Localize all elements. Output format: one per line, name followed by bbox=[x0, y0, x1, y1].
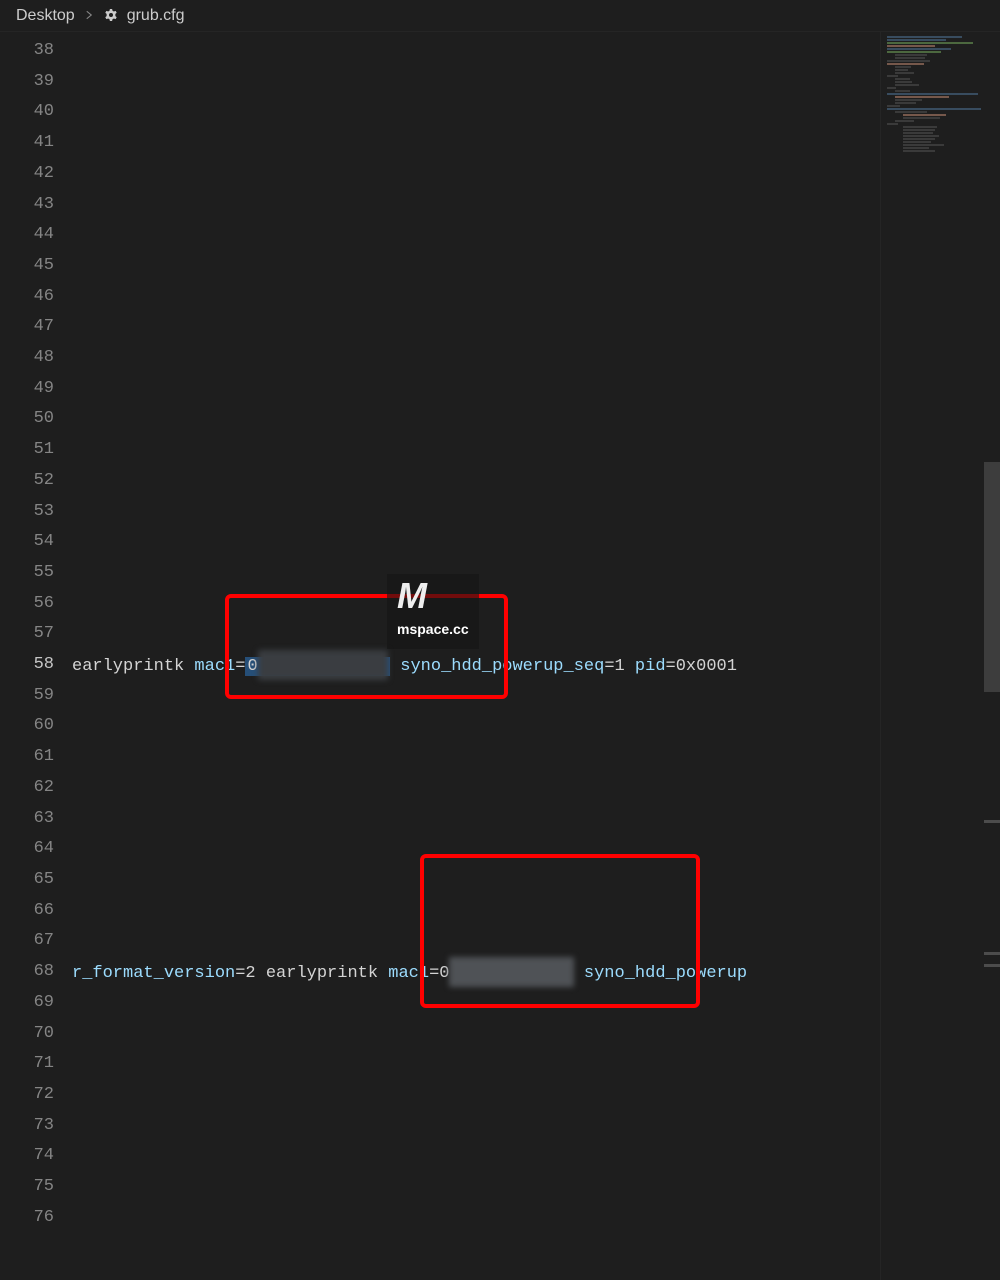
line-number: 45 bbox=[0, 251, 54, 282]
breadcrumb-parent[interactable]: Desktop bbox=[16, 7, 75, 25]
line-number: 49 bbox=[0, 374, 54, 405]
line-number: 63 bbox=[0, 804, 54, 835]
line-number: 68 bbox=[0, 957, 54, 988]
code-area[interactable]: earlyprintk mac1=0xxxxxxxxxxxx syno_hdd_… bbox=[72, 32, 880, 1280]
line-number: 74 bbox=[0, 1141, 54, 1172]
code-line[interactable] bbox=[72, 1049, 880, 1080]
scrollbar-marker bbox=[984, 820, 1000, 823]
breadcrumb-file[interactable]: grub.cfg bbox=[127, 7, 185, 25]
code-line[interactable] bbox=[72, 803, 880, 834]
line-number: 42 bbox=[0, 159, 54, 190]
code-line[interactable] bbox=[72, 558, 880, 589]
code-line[interactable] bbox=[72, 128, 880, 159]
code-line[interactable] bbox=[72, 189, 880, 220]
code-line[interactable] bbox=[72, 435, 880, 466]
code-line[interactable] bbox=[72, 343, 880, 374]
line-number: 65 bbox=[0, 865, 54, 896]
code-line[interactable] bbox=[72, 282, 880, 313]
code-line[interactable] bbox=[72, 926, 880, 957]
line-number: 73 bbox=[0, 1111, 54, 1142]
line-number: 40 bbox=[0, 97, 54, 128]
code-line[interactable] bbox=[72, 865, 880, 896]
code-line[interactable]: r_format_version=2 earlyprintk mac1=0xxx… bbox=[72, 957, 880, 988]
line-number: 53 bbox=[0, 497, 54, 528]
code-line[interactable] bbox=[72, 680, 880, 711]
code-line[interactable] bbox=[72, 527, 880, 558]
code-line[interactable] bbox=[72, 1202, 880, 1233]
code-line[interactable] bbox=[72, 1141, 880, 1172]
code-line[interactable] bbox=[72, 404, 880, 435]
code-line[interactable] bbox=[72, 1018, 880, 1049]
line-number: 43 bbox=[0, 190, 54, 221]
code-line[interactable] bbox=[72, 1110, 880, 1141]
editor-main: 3839404142434445464748495051525354555657… bbox=[0, 32, 880, 1280]
chevron-right-icon bbox=[83, 8, 95, 24]
line-number: 72 bbox=[0, 1080, 54, 1111]
code-line[interactable] bbox=[72, 496, 880, 527]
scrollbar-marker bbox=[984, 964, 1000, 967]
editor-container: 3839404142434445464748495051525354555657… bbox=[0, 32, 1000, 1280]
line-number: 75 bbox=[0, 1172, 54, 1203]
scrollbar-marker bbox=[984, 952, 1000, 955]
line-number: 70 bbox=[0, 1019, 54, 1050]
line-number: 66 bbox=[0, 896, 54, 927]
line-number: 44 bbox=[0, 220, 54, 251]
line-number: 56 bbox=[0, 589, 54, 620]
code-line[interactable] bbox=[72, 895, 880, 926]
line-number: 54 bbox=[0, 527, 54, 558]
line-number: 39 bbox=[0, 67, 54, 98]
code-line[interactable] bbox=[72, 834, 880, 865]
code-line[interactable] bbox=[72, 67, 880, 98]
vertical-scrollbar[interactable] bbox=[984, 32, 1000, 1280]
breadcrumb[interactable]: Desktop grub.cfg bbox=[0, 0, 1000, 32]
code-line[interactable] bbox=[72, 36, 880, 67]
code-line[interactable]: earlyprintk mac1=0xxxxxxxxxxxx syno_hdd_… bbox=[72, 650, 880, 681]
code-line[interactable] bbox=[72, 619, 880, 650]
line-number: 57 bbox=[0, 619, 54, 650]
line-number: 62 bbox=[0, 773, 54, 804]
line-number: 69 bbox=[0, 988, 54, 1019]
line-number: 48 bbox=[0, 343, 54, 374]
line-number: 60 bbox=[0, 711, 54, 742]
minimap[interactable] bbox=[880, 32, 1000, 1280]
code-line[interactable] bbox=[72, 1079, 880, 1110]
line-number: 58 bbox=[0, 650, 54, 681]
scrollbar-thumb[interactable] bbox=[984, 462, 1000, 692]
minimap-content bbox=[887, 36, 994, 153]
gear-icon bbox=[103, 8, 119, 24]
code-line[interactable] bbox=[72, 374, 880, 405]
code-line[interactable] bbox=[72, 312, 880, 343]
line-number: 71 bbox=[0, 1049, 54, 1080]
code-line[interactable] bbox=[72, 220, 880, 251]
line-number-gutter: 3839404142434445464748495051525354555657… bbox=[0, 32, 72, 1280]
line-number: 64 bbox=[0, 834, 54, 865]
line-number: 55 bbox=[0, 558, 54, 589]
code-line[interactable] bbox=[72, 466, 880, 497]
line-number: 76 bbox=[0, 1203, 54, 1234]
line-number: 52 bbox=[0, 466, 54, 497]
line-number: 51 bbox=[0, 435, 54, 466]
code-line[interactable] bbox=[72, 742, 880, 773]
line-number: 46 bbox=[0, 282, 54, 313]
line-number: 41 bbox=[0, 128, 54, 159]
code-line[interactable] bbox=[72, 1171, 880, 1202]
line-number: 50 bbox=[0, 404, 54, 435]
line-number: 59 bbox=[0, 681, 54, 712]
code-line[interactable] bbox=[72, 588, 880, 619]
code-line[interactable] bbox=[72, 773, 880, 804]
line-number: 61 bbox=[0, 742, 54, 773]
line-number: 47 bbox=[0, 312, 54, 343]
code-line[interactable] bbox=[72, 159, 880, 190]
line-number: 67 bbox=[0, 926, 54, 957]
code-line[interactable] bbox=[72, 711, 880, 742]
code-line[interactable] bbox=[72, 251, 880, 282]
line-number: 38 bbox=[0, 36, 54, 67]
code-line[interactable] bbox=[72, 987, 880, 1018]
code-line[interactable] bbox=[72, 97, 880, 128]
